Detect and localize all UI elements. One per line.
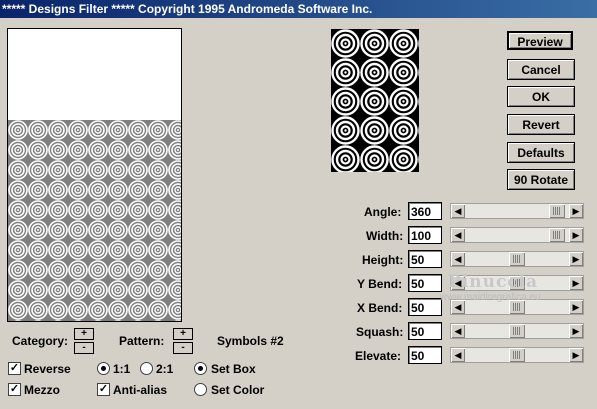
elevate-label: Elevate: [355, 349, 402, 363]
antialias-label[interactable]: Anti-alias [113, 383, 167, 397]
pattern-label: Pattern: [119, 334, 165, 348]
window-title: ***** Designs Filter ***** Copyright 199… [2, 2, 373, 16]
rotate-90-button[interactable]: 90 Rotate [507, 169, 575, 190]
mezzo-label[interactable]: Mezzo [24, 383, 60, 397]
slider-thumb[interactable] [549, 228, 565, 242]
defaults-button[interactable]: Defaults [507, 142, 575, 163]
height-label: Height: [362, 253, 404, 267]
ratio-1-1-radio[interactable] [97, 362, 110, 375]
set-color-radio[interactable] [194, 383, 207, 396]
category-minus-button[interactable]: - [74, 342, 94, 354]
slider-thumb[interactable] [549, 204, 565, 218]
y-bend-field[interactable]: 50 [408, 274, 442, 292]
slider-thumb[interactable] [509, 324, 525, 338]
squash-slider[interactable]: ◀ ▶ [450, 323, 584, 339]
slider-right-arrow-icon[interactable]: ▶ [569, 204, 583, 218]
angle-slider[interactable]: ◀ ▶ [450, 203, 584, 219]
mezzo-checkbox[interactable]: ✓ [8, 383, 21, 396]
pattern-minus-button[interactable]: - [173, 342, 193, 354]
slider-right-arrow-icon[interactable]: ▶ [569, 300, 583, 314]
slider-right-arrow-icon[interactable]: ▶ [569, 324, 583, 338]
x-bend-label: X Bend: [357, 301, 403, 315]
thumbnail-preview [331, 29, 419, 172]
slider-left-arrow-icon[interactable]: ◀ [451, 252, 465, 266]
cancel-button[interactable]: Cancel [507, 59, 575, 80]
height-field[interactable]: 50 [408, 250, 442, 268]
category-plus-button[interactable]: + [74, 328, 94, 340]
watermark-site: www.maidiregrafica.eu [440, 292, 541, 303]
width-label: Width: [366, 229, 404, 243]
slider-left-arrow-icon[interactable]: ◀ [451, 204, 465, 218]
pattern-spinner[interactable]: + - [173, 328, 193, 354]
width-slider[interactable]: ◀ ▶ [450, 227, 584, 243]
width-field[interactable]: 100 [408, 226, 442, 244]
elevate-field[interactable]: 50 [408, 346, 442, 364]
squash-field[interactable]: 50 [408, 322, 442, 340]
slider-left-arrow-icon[interactable]: ◀ [451, 348, 465, 362]
preview-pattern [8, 120, 181, 321]
set-color-label[interactable]: Set Color [211, 383, 264, 397]
slider-right-arrow-icon[interactable]: ▶ [569, 276, 583, 290]
category-label: Category: [12, 334, 69, 348]
slider-left-arrow-icon[interactable]: ◀ [451, 324, 465, 338]
height-slider[interactable]: ◀ ▶ [450, 251, 584, 267]
pattern-name: Symbols #2 [217, 334, 284, 348]
set-box-radio[interactable] [194, 362, 207, 375]
ratio-2-1-label[interactable]: 2:1 [156, 362, 173, 376]
set-box-label[interactable]: Set Box [211, 362, 256, 376]
y-bend-label: Y Bend: [357, 277, 403, 291]
angle-field[interactable]: 360 [408, 202, 442, 220]
x-bend-field[interactable]: 50 [408, 298, 442, 316]
title-bar: ***** Designs Filter ***** Copyright 199… [0, 0, 597, 18]
pattern-plus-button[interactable]: + [173, 328, 193, 340]
elevate-slider[interactable]: ◀ ▶ [450, 347, 584, 363]
ok-button[interactable]: OK [507, 86, 575, 107]
slider-thumb[interactable] [509, 348, 525, 362]
slider-thumb[interactable] [509, 252, 525, 266]
antialias-checkbox[interactable]: ✓ [97, 383, 110, 396]
slider-right-arrow-icon[interactable]: ▶ [569, 348, 583, 362]
slider-right-arrow-icon[interactable]: ▶ [569, 228, 583, 242]
revert-button[interactable]: Revert [507, 114, 575, 135]
ratio-2-1-radio[interactable] [140, 362, 153, 375]
slider-right-arrow-icon[interactable]: ▶ [569, 252, 583, 266]
reverse-checkbox[interactable]: ✓ [8, 362, 21, 375]
reverse-label[interactable]: Reverse [24, 362, 71, 376]
ratio-1-1-label[interactable]: 1:1 [113, 362, 130, 376]
preview-button[interactable]: Preview [507, 31, 573, 50]
category-spinner[interactable]: + - [74, 328, 94, 354]
watermark-name: Pinuccia [448, 272, 539, 292]
preview-canvas[interactable] [7, 28, 182, 322]
preview-blank-area [8, 29, 181, 121]
angle-label: Angle: [364, 205, 402, 219]
slider-left-arrow-icon[interactable]: ◀ [451, 228, 465, 242]
squash-label: Squash: [356, 325, 404, 339]
